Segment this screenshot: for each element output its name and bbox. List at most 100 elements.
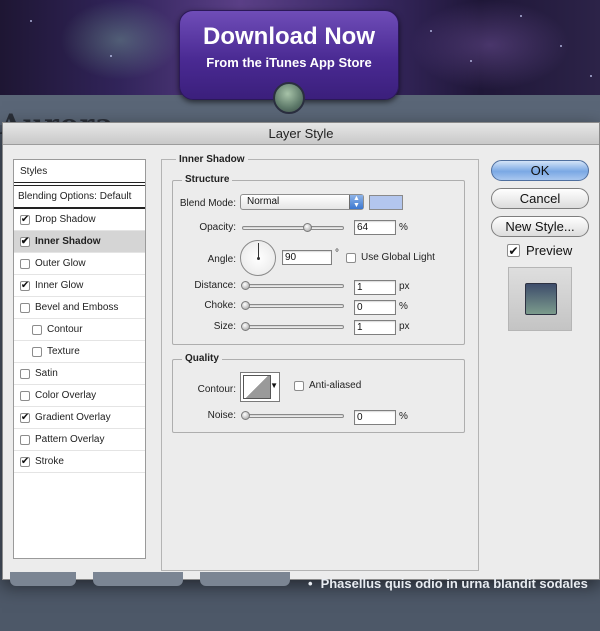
background-button[interactable] [93,572,183,586]
cancel-button[interactable]: Cancel [491,188,589,209]
choke-slider-thumb[interactable] [241,301,250,310]
checkmark-icon: ✔ [507,243,520,258]
blend-mode-value: Normal [247,196,280,207]
effect-label: Gradient Overlay [35,411,111,423]
effect-item[interactable]: Bevel and Emboss [14,297,145,319]
effect-label: Texture [47,345,80,357]
size-label: Size: [213,321,236,332]
blend-mode-label: Blend Mode: [179,198,236,209]
effect-item[interactable]: ✔ Stroke [14,451,145,473]
effect-label: Outer Glow [35,257,86,269]
checkmark-icon[interactable]: ✔ [20,280,30,291]
contour-picker[interactable]: ▼ [240,372,280,402]
checkbox-unchecked-icon[interactable] [20,390,30,401]
size-slider[interactable] [241,322,344,331]
angle-dial[interactable] [240,240,276,276]
noise-label: Noise: [207,410,236,421]
distance-slider[interactable] [241,281,344,290]
effect-label: Satin [35,367,58,379]
structure-label: Structure [182,174,233,185]
contour-label: Contour: [197,384,236,395]
opacity-label: Opacity: [199,222,236,233]
contour-curve-icon [243,375,271,399]
preview-thumbnail [525,283,557,315]
effect-label: Bevel and Emboss [35,301,119,313]
background-button[interactable] [200,572,290,586]
anti-aliased-label: Anti-aliased [309,380,362,391]
noise-input[interactable]: 0 [354,410,396,425]
choke-slider[interactable] [241,301,344,310]
angle-label: Angle: [207,254,236,265]
opacity-slider-thumb[interactable] [303,223,312,232]
preview-checkbox[interactable]: ✔ Preview [507,243,572,258]
new-style-button[interactable]: New Style... [491,216,589,237]
star [30,20,32,22]
size-slider-thumb[interactable] [241,322,250,331]
shadow-color-swatch[interactable] [369,195,403,210]
checkmark-icon[interactable]: ✔ [20,456,30,467]
checkmark-icon[interactable]: ✔ [20,236,30,247]
effect-item[interactable]: ✔ Gradient Overlay [14,407,145,429]
aurora-glow [60,0,180,80]
quality-group [172,359,465,433]
anti-aliased-checkbox[interactable]: Anti-aliased [294,380,361,391]
checkbox-unchecked-icon[interactable] [32,346,42,357]
checkmark-icon[interactable]: ✔ [20,412,30,423]
checkbox-unchecked-icon[interactable] [32,324,42,335]
distance-label: Distance: [194,280,236,291]
effect-item[interactable]: ✔ Inner Shadow [14,231,145,253]
choke-input[interactable]: 0 [354,300,396,315]
checkmark-icon[interactable]: ✔ [20,214,30,225]
effect-item[interactable]: ✔ Drop Shadow [14,209,145,231]
angle-center [257,257,260,260]
effect-item[interactable]: ✔ Inner Glow [14,275,145,297]
layer-style-dialog: Layer Style Styles Blending Options: Def… [2,122,600,580]
effect-label: Color Overlay [35,389,97,401]
checkbox-unchecked-icon[interactable] [20,258,30,269]
effect-item[interactable]: Satin [14,363,145,385]
opacity-slider[interactable] [242,223,344,232]
effect-label: Inner Glow [35,279,84,291]
checkbox-unchecked-icon[interactable] [20,434,30,445]
inner-shadow-panel: Inner Shadow Structure Blend Mode: Norma… [161,154,479,571]
distance-slider-thumb[interactable] [241,281,250,290]
download-title: Download Now [203,23,375,50]
star [590,75,592,77]
styles-header[interactable]: Styles [14,160,145,183]
effect-label: Drop Shadow [35,213,96,225]
checkbox-unchecked-icon[interactable] [20,302,30,313]
angle-unit: ° [335,248,339,259]
star [470,60,472,62]
star [110,55,112,57]
blend-mode-select[interactable]: Normal ▲ ▼ [240,194,364,210]
noise-slider[interactable] [241,411,344,420]
dropdown-arrow-icon: ▼ [270,381,278,390]
effect-item[interactable]: Color Overlay [14,385,145,407]
ok-button[interactable]: OK [491,160,589,181]
checkbox-unchecked-icon[interactable] [20,368,30,379]
size-input[interactable]: 1 [354,320,396,335]
effect-label: Contour [47,323,83,335]
blending-options-item[interactable]: Blending Options: Default [14,185,145,209]
download-knob-icon [273,82,305,114]
effect-item[interactable]: Outer Glow [14,253,145,275]
noise-slider-thumb[interactable] [241,411,250,420]
distance-input[interactable]: 1 [354,280,396,295]
effects-list: ✔ Drop Shadow ✔ Inner Shadow Outer Glow ✔ Inne… [14,209,145,473]
background-button[interactable] [10,572,76,586]
effect-item[interactable]: Contour [14,319,145,341]
effect-label: Pattern Overlay [35,433,105,445]
quality-label: Quality [182,353,222,364]
effect-item[interactable]: Pattern Overlay [14,429,145,451]
opacity-input[interactable]: 64 [354,220,396,235]
use-global-light-label: Use Global Light [361,252,435,263]
choke-unit: % [399,301,408,312]
opacity-unit: % [399,222,408,233]
preview-label: Preview [526,243,573,258]
download-subtitle: From the iTunes App Store [206,55,372,70]
star [520,15,522,17]
effect-item[interactable]: Texture [14,341,145,363]
use-global-light-checkbox[interactable]: Use Global Light [346,252,435,263]
angle-input[interactable]: 90 [282,250,332,265]
noise-unit: % [399,411,408,422]
